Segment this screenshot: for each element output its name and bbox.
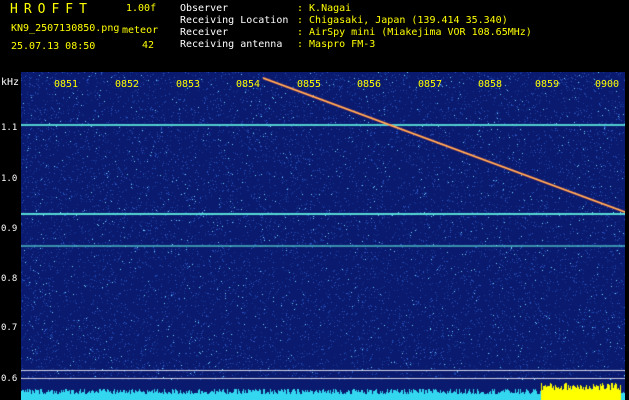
xtick-label: 0859: [535, 79, 560, 90]
ytick-label: 0.9: [1, 224, 18, 234]
ytick-label: 0.7: [1, 323, 18, 333]
meta-receiver-value: : AirSpy mini (Miakejima VOR 108.65MHz): [297, 27, 532, 38]
xtick-label: 0855: [297, 79, 322, 90]
header-panel: HROFFT 1.00f KN9_2507130850.png meteor 2…: [0, 0, 629, 72]
app-brand: HROFFT: [10, 2, 93, 17]
hrofft-window: HROFFT 1.00f KN9_2507130850.png meteor 2…: [0, 0, 629, 400]
meta-observer-value: : K.Nagai: [297, 3, 352, 14]
xtick-label: 0852: [115, 79, 140, 90]
ytick-label: 1.1: [1, 123, 18, 133]
frequency-axis: [0, 72, 21, 400]
xtick-label: 0856: [357, 79, 382, 90]
meteor-count-value: 42: [142, 40, 155, 51]
xtick-label: 0858: [478, 79, 503, 90]
meta-antenna-label: Receiving antenna: [180, 39, 283, 50]
xtick-label: 0851: [54, 79, 79, 90]
xtick-label: 0854: [236, 79, 261, 90]
xtick-label: 0900: [595, 79, 620, 90]
xtick-label: 0853: [176, 79, 201, 90]
spectrogram-canvas[interactable]: [21, 72, 625, 400]
meta-observer-label: Observer: [180, 3, 229, 14]
frequency-unit-label: kHz: [1, 77, 20, 88]
xtick-label: 0857: [418, 79, 443, 90]
meta-receiver-label: Receiver: [180, 27, 229, 38]
file-name: KN9_2507130850.png: [11, 23, 120, 34]
ytick-label: 0.8: [1, 274, 18, 284]
meteor-count-label: meteor: [122, 25, 159, 36]
meta-location-label: Receiving Location: [180, 15, 289, 26]
capture-timestamp: 25.07.13 08:50: [11, 41, 96, 52]
meta-location-value: : Chigasaki, Japan (139.414 35.340): [297, 15, 508, 26]
ytick-label: 0.6: [1, 374, 18, 384]
app-version: 1.00f: [126, 3, 157, 14]
meta-antenna-value: : Maspro FM-3: [297, 39, 376, 50]
ytick-label: 1.0: [1, 174, 18, 184]
